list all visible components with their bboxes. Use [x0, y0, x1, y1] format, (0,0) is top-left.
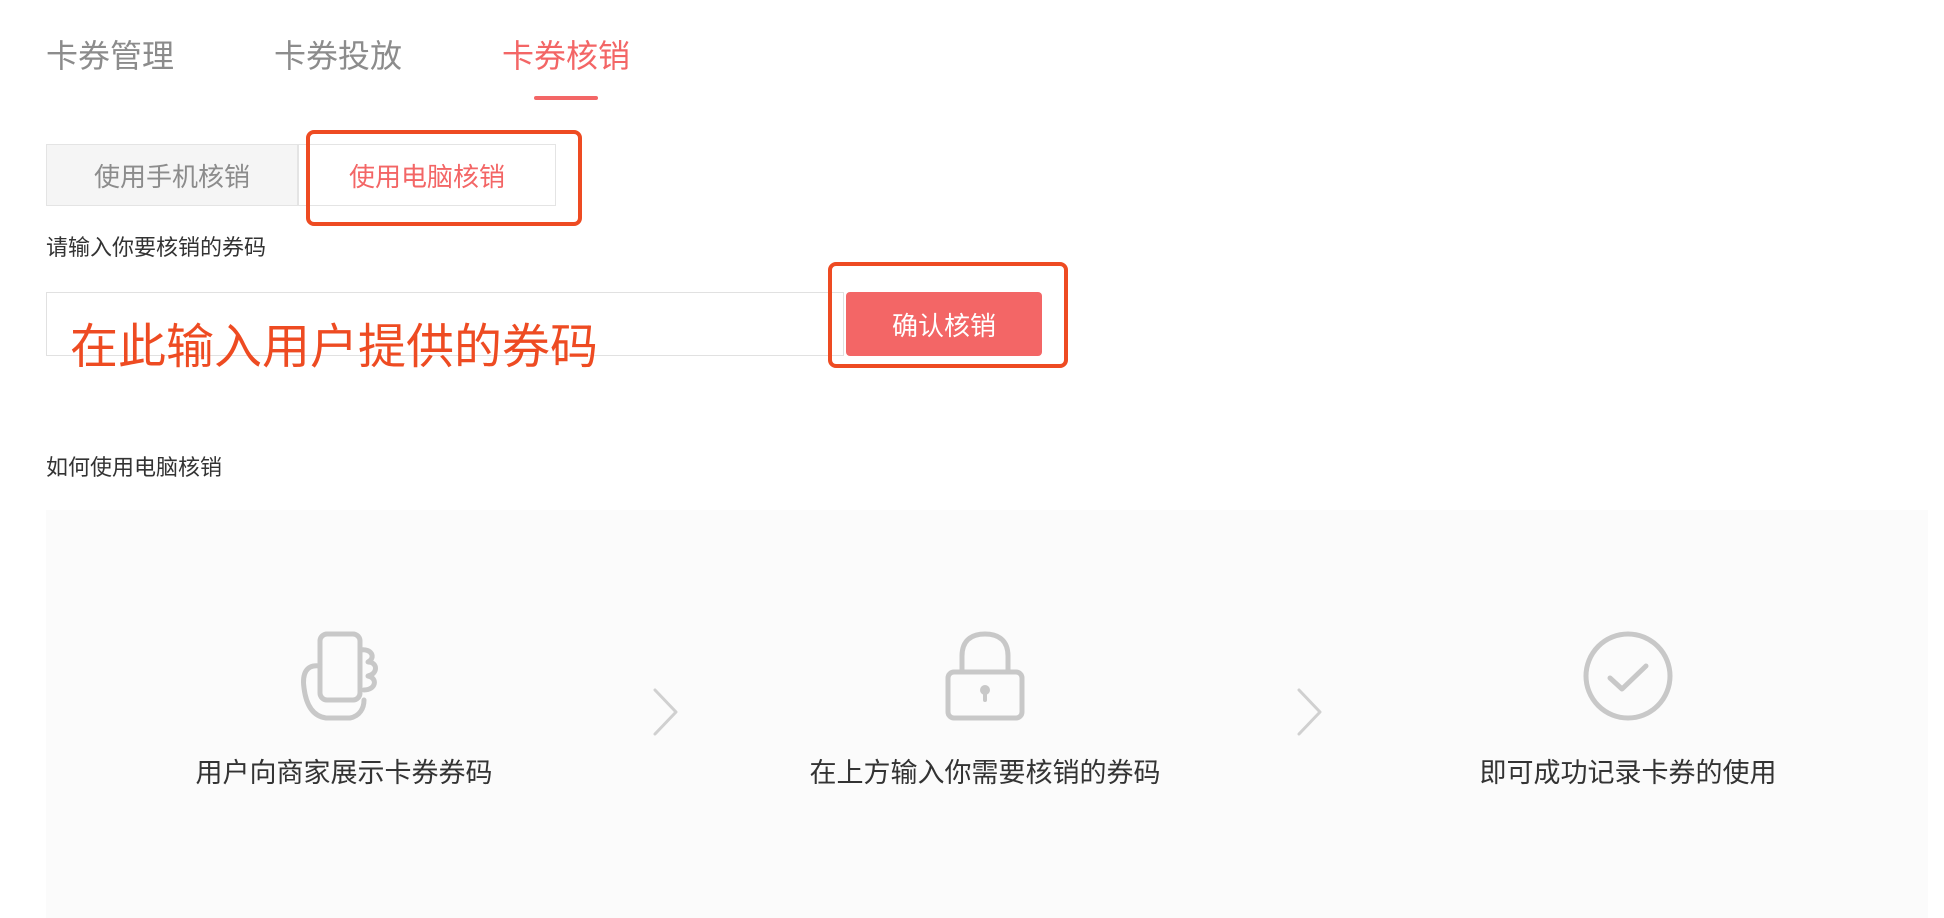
- step-2-text: 在上方输入你需要核销的券码: [809, 758, 1161, 789]
- chevron-right-icon: [653, 688, 678, 736]
- annotation-highlight-subtab: [306, 130, 582, 226]
- hand-phone-icon: [301, 631, 378, 721]
- tab-card-distribution[interactable]: 卡券投放: [274, 34, 402, 78]
- subtab-mobile-redeem[interactable]: 使用手机核销: [46, 144, 298, 206]
- chevron-right-icon: [1297, 688, 1322, 736]
- tab-card-management[interactable]: 卡券管理: [46, 34, 174, 78]
- guide-title: 如何使用电脑核销: [46, 456, 223, 481]
- step-3-text: 即可成功记录卡券的使用: [1479, 758, 1777, 789]
- code-input-label: 请输入你要核销的券码: [46, 236, 267, 261]
- step-1-text: 用户向商家展示卡券券码: [195, 758, 493, 789]
- tab-card-redemption[interactable]: 卡券核销: [502, 34, 630, 78]
- check-circle-icon: [1583, 631, 1673, 721]
- lock-icon: [945, 631, 1025, 721]
- active-tab-indicator: [534, 96, 598, 100]
- annotation-highlight-button: [828, 262, 1068, 368]
- annotation-input-hint: 在此输入用户提供的券码: [70, 319, 599, 375]
